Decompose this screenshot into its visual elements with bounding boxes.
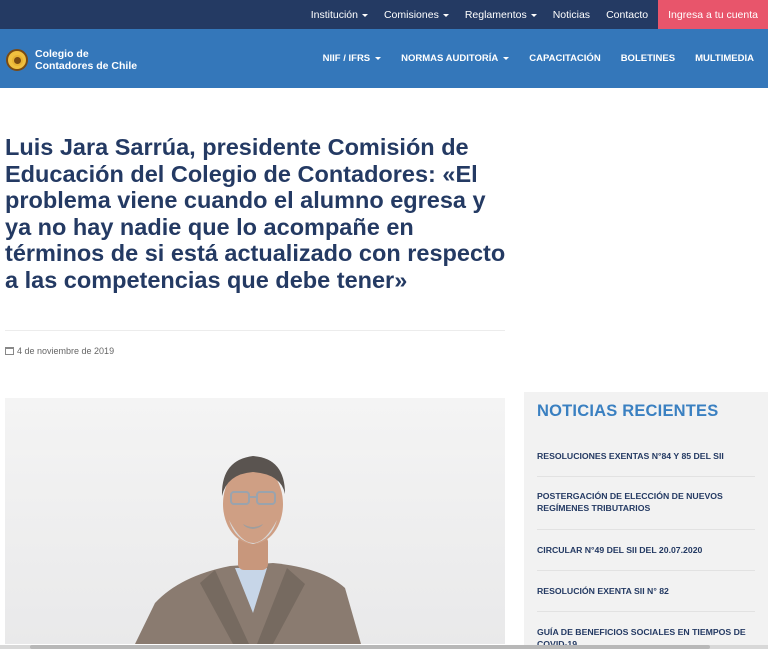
news-link[interactable]: CIRCULAR N°49 DEL SII DEL 20.07.2020 <box>537 544 755 556</box>
nav-label: NIIF / IFRS <box>322 53 371 64</box>
topnav-item-contacto[interactable]: Contacto <box>598 0 656 29</box>
nav-item-niif-ifrs[interactable]: NIIF / IFRS <box>313 53 392 64</box>
news-link[interactable]: RESOLUCIONES EXENTAS N°84 Y 85 DEL SII <box>537 450 755 462</box>
main-header: Colegio de Contadores de Chile NIIF / IF… <box>0 29 768 88</box>
news-link[interactable]: POSTERGACIÓN DE ELECCIÓN DE NUEVOS REGÍM… <box>537 490 755 514</box>
divider <box>537 570 755 571</box>
caret-down-icon <box>530 13 537 17</box>
topnav-label: Noticias <box>552 8 591 21</box>
caret-down-icon <box>442 13 449 17</box>
recent-news-sidebar: NOTICIAS RECIENTES RESOLUCIONES EXENTAS … <box>524 392 768 649</box>
topnav-item-reglamentos[interactable]: Reglamentos <box>457 0 545 29</box>
site-logo[interactable]: Colegio de Contadores de Chile <box>6 48 137 72</box>
nav-label: NORMAS AUDITORÍA <box>401 53 499 64</box>
portrait-illustration <box>135 456 361 644</box>
nav-label: MULTIMEDIA <box>695 53 754 64</box>
nav-item-capacitacion[interactable]: CAPACITACIÓN <box>519 53 610 64</box>
topnav-label: Comisiones <box>383 8 439 21</box>
news-link[interactable]: RESOLUCIÓN EXENTA SII N° 82 <box>537 585 755 597</box>
article-title: Luis Jara Sarrúa, presidente Comisión de… <box>5 134 506 293</box>
login-button[interactable]: Ingresa a tu cuenta <box>658 0 768 29</box>
top-bar: Institución Comisiones Reglamentos Notic… <box>0 0 768 29</box>
logo-line-2: Contadores de Chile <box>35 60 138 72</box>
topnav-label: Contacto <box>606 8 649 21</box>
date-text: 4 de noviembre de 2019 <box>17 346 115 356</box>
caret-down-icon <box>375 57 382 60</box>
featured-photo <box>5 398 505 644</box>
calendar-icon <box>5 347 14 355</box>
nav-label: CAPACITACIÓN <box>529 53 601 64</box>
article-date: 4 de noviembre de 2019 <box>5 346 114 356</box>
sidebar-heading: NOTICIAS RECIENTES <box>537 402 719 420</box>
topnav-item-institucion[interactable]: Institución <box>303 0 376 29</box>
topnav-item-noticias[interactable]: Noticias <box>545 0 598 29</box>
divider <box>537 529 755 530</box>
topnav-label: Reglamentos <box>464 8 527 21</box>
top-nav: Institución Comisiones Reglamentos Notic… <box>303 0 768 29</box>
caret-down-icon <box>361 13 368 17</box>
divider <box>5 330 505 331</box>
logo-line-1: Colegio de <box>35 48 89 60</box>
divider <box>537 476 755 477</box>
login-label: Ingresa a tu cuenta <box>668 8 758 21</box>
main-nav: NIIF / IFRS NORMAS AUDITORÍA CAPACITACIÓ… <box>313 29 764 88</box>
topnav-label: Institución <box>310 8 358 21</box>
logo-text: Colegio de Contadores de Chile <box>35 48 137 72</box>
horizontal-scrollbar[interactable] <box>0 645 768 649</box>
topnav-item-comisiones[interactable]: Comisiones <box>376 0 457 29</box>
nav-item-boletines[interactable]: BOLETINES <box>611 53 685 64</box>
caret-down-icon <box>503 57 510 60</box>
scroll-thumb[interactable] <box>30 645 710 649</box>
nav-item-normas-auditoria[interactable]: NORMAS AUDITORÍA <box>391 53 519 64</box>
divider <box>537 611 755 612</box>
seal-icon <box>6 49 28 71</box>
nav-label: BOLETINES <box>620 53 676 64</box>
nav-item-multimedia[interactable]: MULTIMEDIA <box>685 53 764 64</box>
